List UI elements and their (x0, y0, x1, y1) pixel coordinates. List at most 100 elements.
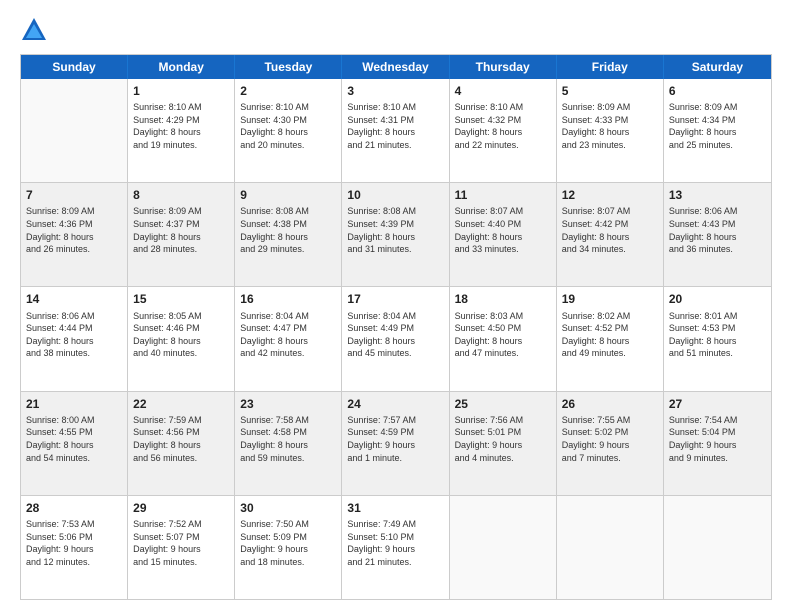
cell-info-line: and 45 minutes. (347, 347, 443, 360)
cell-info-line: Daylight: 8 hours (240, 231, 336, 244)
cell-info-line: and 31 minutes. (347, 243, 443, 256)
cell-info-line: Sunrise: 8:09 AM (562, 101, 658, 114)
calendar-cell: 11Sunrise: 8:07 AMSunset: 4:40 PMDayligh… (450, 183, 557, 286)
cell-info-line: and 4 minutes. (455, 452, 551, 465)
cell-info-line: Sunrise: 8:02 AM (562, 310, 658, 323)
day-number: 23 (240, 396, 336, 412)
calendar-cell: 13Sunrise: 8:06 AMSunset: 4:43 PMDayligh… (664, 183, 771, 286)
day-number: 27 (669, 396, 766, 412)
day-number: 26 (562, 396, 658, 412)
calendar-header-cell: Saturday (664, 55, 771, 79)
calendar-cell: 2 Sunrise: 8:10 AMSunset: 4:30 PMDaylight… (235, 79, 342, 182)
cell-info-line: Sunrise: 7:54 AM (669, 414, 766, 427)
cell-info-line: Sunset: 4:56 PM (133, 426, 229, 439)
day-number: 30 (240, 500, 336, 516)
cell-info-line: Daylight: 8 hours (562, 126, 658, 139)
day-number: 6 (669, 83, 766, 99)
cell-info-line: Daylight: 9 hours (562, 439, 658, 452)
calendar-cell: 15Sunrise: 8:05 AMSunset: 4:46 PMDayligh… (128, 287, 235, 390)
cell-info-line: Daylight: 9 hours (669, 439, 766, 452)
calendar-cell: 7Sunrise: 8:09 AMSunset: 4:36 PMDaylight… (21, 183, 128, 286)
cell-info-line: and 56 minutes. (133, 452, 229, 465)
cell-info-line: Daylight: 8 hours (133, 126, 229, 139)
cell-info-line: Sunset: 4:49 PM (347, 322, 443, 335)
cell-info-line: Daylight: 8 hours (455, 231, 551, 244)
cell-info-line: Sunset: 4:44 PM (26, 322, 122, 335)
cell-info-line: Sunrise: 7:53 AM (26, 518, 122, 531)
cell-info-line: Daylight: 8 hours (562, 231, 658, 244)
calendar-cell: 20Sunrise: 8:01 AMSunset: 4:53 PMDayligh… (664, 287, 771, 390)
cell-info-line: Daylight: 8 hours (133, 231, 229, 244)
cell-info-line: Daylight: 8 hours (240, 439, 336, 452)
cell-info-line: Sunset: 4:37 PM (133, 218, 229, 231)
cell-info-line: Sunset: 4:32 PM (455, 114, 551, 127)
calendar-cell: 19Sunrise: 8:02 AMSunset: 4:52 PMDayligh… (557, 287, 664, 390)
day-number: 4 (455, 83, 551, 99)
calendar-cell: 27Sunrise: 7:54 AMSunset: 5:04 PMDayligh… (664, 392, 771, 495)
cell-info-line: Daylight: 8 hours (669, 126, 766, 139)
cell-info-line: Daylight: 8 hours (669, 335, 766, 348)
calendar-cell: 31Sunrise: 7:49 AMSunset: 5:10 PMDayligh… (342, 496, 449, 599)
day-number: 12 (562, 187, 658, 203)
calendar-cell: 18Sunrise: 8:03 AMSunset: 4:50 PMDayligh… (450, 287, 557, 390)
day-number: 24 (347, 396, 443, 412)
cell-info-line: and 51 minutes. (669, 347, 766, 360)
cell-info-line: Daylight: 8 hours (26, 335, 122, 348)
cell-info-line: Sunrise: 7:55 AM (562, 414, 658, 427)
cell-info-line: Sunrise: 8:09 AM (669, 101, 766, 114)
calendar-header-cell: Thursday (450, 55, 557, 79)
calendar-cell: 9Sunrise: 8:08 AMSunset: 4:38 PMDaylight… (235, 183, 342, 286)
calendar-cell: 12Sunrise: 8:07 AMSunset: 4:42 PMDayligh… (557, 183, 664, 286)
cell-info-line: and 23 minutes. (562, 139, 658, 152)
calendar-header-cell: Wednesday (342, 55, 449, 79)
cell-info-line: Sunrise: 7:57 AM (347, 414, 443, 427)
cell-info-line: and 21 minutes. (347, 556, 443, 569)
day-number: 3 (347, 83, 443, 99)
calendar-cell: 14Sunrise: 8:06 AMSunset: 4:44 PMDayligh… (21, 287, 128, 390)
cell-info-line: and 26 minutes. (26, 243, 122, 256)
cell-info-line: Sunrise: 8:05 AM (133, 310, 229, 323)
day-number: 1 (133, 83, 229, 99)
cell-info-line: Sunrise: 8:07 AM (562, 205, 658, 218)
cell-info-line: Sunset: 5:09 PM (240, 531, 336, 544)
calendar-cell: 6Sunrise: 8:09 AMSunset: 4:34 PMDaylight… (664, 79, 771, 182)
calendar-cell (21, 79, 128, 182)
calendar-cell: 5Sunrise: 8:09 AMSunset: 4:33 PMDaylight… (557, 79, 664, 182)
cell-info-line: and 33 minutes. (455, 243, 551, 256)
day-number: 2 (240, 83, 336, 99)
cell-info-line: Sunset: 4:36 PM (26, 218, 122, 231)
calendar-row: 21Sunrise: 8:00 AMSunset: 4:55 PMDayligh… (21, 392, 771, 496)
calendar: SundayMondayTuesdayWednesdayThursdayFrid… (20, 54, 772, 600)
cell-info-line: and 1 minute. (347, 452, 443, 465)
day-number: 11 (455, 187, 551, 203)
cell-info-line: Sunrise: 8:06 AM (669, 205, 766, 218)
calendar-header-cell: Monday (128, 55, 235, 79)
cell-info-line: and 34 minutes. (562, 243, 658, 256)
calendar-cell: 30Sunrise: 7:50 AMSunset: 5:09 PMDayligh… (235, 496, 342, 599)
cell-info-line: Sunrise: 8:04 AM (240, 310, 336, 323)
calendar-header-row: SundayMondayTuesdayWednesdayThursdayFrid… (21, 55, 771, 79)
cell-info-line: Daylight: 8 hours (240, 126, 336, 139)
cell-info-line: and 36 minutes. (669, 243, 766, 256)
calendar-cell: 1Sunrise: 8:10 AMSunset: 4:29 PMDaylight… (128, 79, 235, 182)
cell-info-line: Sunset: 4:30 PM (240, 114, 336, 127)
cell-info-line: Daylight: 8 hours (26, 231, 122, 244)
calendar-cell: 21Sunrise: 8:00 AMSunset: 4:55 PMDayligh… (21, 392, 128, 495)
cell-info-line: Sunset: 4:55 PM (26, 426, 122, 439)
calendar-cell: 25Sunrise: 7:56 AMSunset: 5:01 PMDayligh… (450, 392, 557, 495)
calendar-cell: 24Sunrise: 7:57 AMSunset: 4:59 PMDayligh… (342, 392, 449, 495)
calendar-cell (557, 496, 664, 599)
cell-info-line: Daylight: 8 hours (26, 439, 122, 452)
calendar-cell: 8Sunrise: 8:09 AMSunset: 4:37 PMDaylight… (128, 183, 235, 286)
cell-info-line: Sunrise: 8:10 AM (240, 101, 336, 114)
day-number: 18 (455, 291, 551, 307)
cell-info-line: Sunset: 4:47 PM (240, 322, 336, 335)
logo (20, 16, 52, 44)
day-number: 16 (240, 291, 336, 307)
header (20, 16, 772, 44)
calendar-cell: 28Sunrise: 7:53 AMSunset: 5:06 PMDayligh… (21, 496, 128, 599)
cell-info-line: Sunrise: 8:06 AM (26, 310, 122, 323)
cell-info-line: Sunset: 5:10 PM (347, 531, 443, 544)
cell-info-line: Daylight: 9 hours (347, 439, 443, 452)
cell-info-line: Sunrise: 7:52 AM (133, 518, 229, 531)
